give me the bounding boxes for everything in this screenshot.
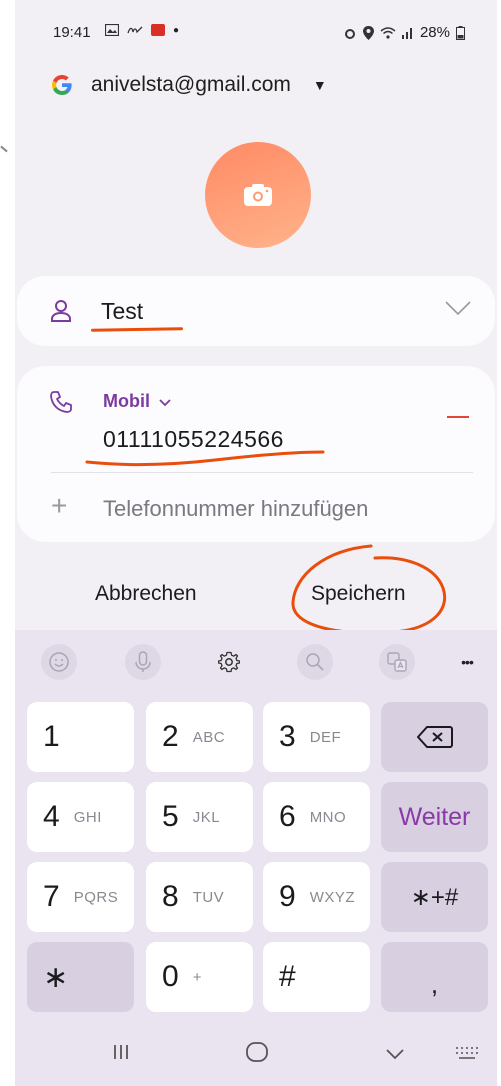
next-button[interactable]: Weiter <box>381 782 488 852</box>
google-icon <box>49 72 75 98</box>
divider <box>51 472 473 473</box>
alarm-icon <box>344 28 355 39</box>
key-digit: , <box>430 968 439 999</box>
numeric-keyboard: ••• 1 2 ABC 3 DEF 4 GHI 5 JKL 6 MNO Weiter 7 PQRS 8 TUV… <box>15 630 497 1086</box>
chevron-down-icon[interactable] <box>445 300 471 316</box>
microphone-icon <box>135 651 151 672</box>
key-1[interactable]: 1 <box>27 702 134 772</box>
name-field[interactable]: Test <box>101 298 143 325</box>
system-icons: 28% <box>343 24 465 41</box>
add-phone-button[interactable]: Telefonnummer hinzufügen <box>103 496 368 522</box>
home-icon[interactable] <box>245 1042 269 1062</box>
key-digit: 2 <box>162 720 179 753</box>
status-bar: 19:41 ● 28% <box>15 22 497 46</box>
left-edge <box>0 0 15 1086</box>
emoji-button[interactable] <box>41 644 77 680</box>
key-digit: 9 <box>279 880 296 913</box>
person-icon <box>51 300 71 322</box>
key-digit: 1 <box>43 720 60 753</box>
signal-icon <box>401 28 412 39</box>
phone-label-text: Mobil <box>103 391 150 411</box>
annotation-circle <box>291 544 447 635</box>
search-button[interactable] <box>297 644 333 680</box>
annotation-underline <box>85 450 325 467</box>
key-letters: JKL <box>192 808 221 826</box>
back-chevron-icon[interactable] <box>385 1048 405 1060</box>
key-3[interactable]: 3 DEF <box>263 702 370 772</box>
key-comma[interactable]: , <box>381 942 488 1012</box>
account-selector[interactable]: anivelsta@gmail.com ▼ <box>49 72 327 98</box>
voice-input-button[interactable] <box>125 644 161 680</box>
key-letters: GHI <box>73 808 102 826</box>
next-label: Weiter <box>398 802 471 831</box>
dropdown-arrow-icon: ▼ <box>312 77 327 93</box>
key-digit: 7 <box>43 880 60 913</box>
key-hash[interactable]: # <box>263 942 370 1012</box>
app-notification-icon <box>151 24 165 36</box>
add-icon: + <box>51 490 68 521</box>
search-icon <box>306 653 324 671</box>
key-star[interactable]: ∗ <box>27 942 134 1012</box>
dot-icon: ● <box>173 24 180 36</box>
keyboard-toolbar: ••• <box>15 640 497 680</box>
status-time: 19:41 <box>53 24 91 41</box>
emoji-icon <box>49 652 69 672</box>
key-digit: 0 <box>162 960 179 993</box>
key-digit: 4 <box>43 800 60 833</box>
image-icon <box>105 24 119 36</box>
key-digit: 6 <box>279 800 296 833</box>
key-letters: MNO <box>309 808 347 826</box>
key-6[interactable]: 6 MNO <box>263 782 370 852</box>
key-letters: TUV <box>192 888 225 906</box>
annotation-underline <box>90 327 184 332</box>
camera-icon <box>244 184 272 206</box>
key-letters: DEF <box>309 728 342 746</box>
backspace-icon <box>416 726 453 748</box>
chevron-down-icon <box>159 399 171 407</box>
name-card[interactable]: Test <box>17 276 495 346</box>
keyboard-grid-icon[interactable] <box>455 1046 479 1060</box>
location-icon <box>362 25 374 40</box>
keyboard-settings-button[interactable] <box>211 644 247 680</box>
signature-icon <box>127 26 143 34</box>
key-letters: WXYZ <box>309 888 356 906</box>
symbols-key[interactable]: ∗+# <box>381 862 488 932</box>
phone-icon <box>50 391 72 413</box>
navigation-bar <box>15 1022 497 1086</box>
key-digit: ∗ <box>43 960 69 994</box>
notification-icons: ● <box>105 24 179 36</box>
key-4[interactable]: 4 GHI <box>27 782 134 852</box>
key-0[interactable]: 0 + <box>146 942 253 1012</box>
contact-photo-button[interactable] <box>205 142 311 248</box>
key-letters: + <box>192 968 202 986</box>
more-options-button[interactable]: ••• <box>449 644 485 680</box>
key-5[interactable]: 5 JKL <box>146 782 253 852</box>
key-9[interactable]: 9 WXYZ <box>263 862 370 932</box>
backspace-button[interactable] <box>381 702 488 772</box>
translate-button[interactable] <box>379 644 415 680</box>
key-letters: PQRS <box>73 888 119 906</box>
gear-icon <box>218 651 240 673</box>
battery-text: 28% <box>419 24 450 41</box>
wifi-icon <box>380 27 396 39</box>
battery-icon <box>456 25 465 40</box>
key-7[interactable]: 7 PQRS <box>27 862 134 932</box>
action-bar: Abbrechen Speichern <box>15 544 497 635</box>
phone-label-selector[interactable]: Mobil <box>103 391 171 412</box>
key-digit: # <box>279 960 296 993</box>
key-digit: 8 <box>162 880 179 913</box>
phone-screen: 19:41 ● 28% anivelsta@gmail.com ▼ Test M… <box>15 0 497 1086</box>
key-digit: 5 <box>162 800 179 833</box>
account-email: anivelsta@gmail.com <box>91 73 291 96</box>
cancel-button[interactable]: Abbrechen <box>95 582 197 606</box>
remove-phone-button[interactable] <box>447 416 469 418</box>
key-2[interactable]: 2 ABC <box>146 702 253 772</box>
phone-card: Mobil 01111055224566 + Telefonnummer hin… <box>17 366 495 542</box>
recent-apps-icon[interactable] <box>111 1042 131 1062</box>
translate-icon <box>387 652 407 672</box>
key-digit: 3 <box>279 720 296 753</box>
symbols-label: ∗+# <box>410 883 459 911</box>
key-8[interactable]: 8 TUV <box>146 862 253 932</box>
key-letters: ABC <box>192 728 226 746</box>
